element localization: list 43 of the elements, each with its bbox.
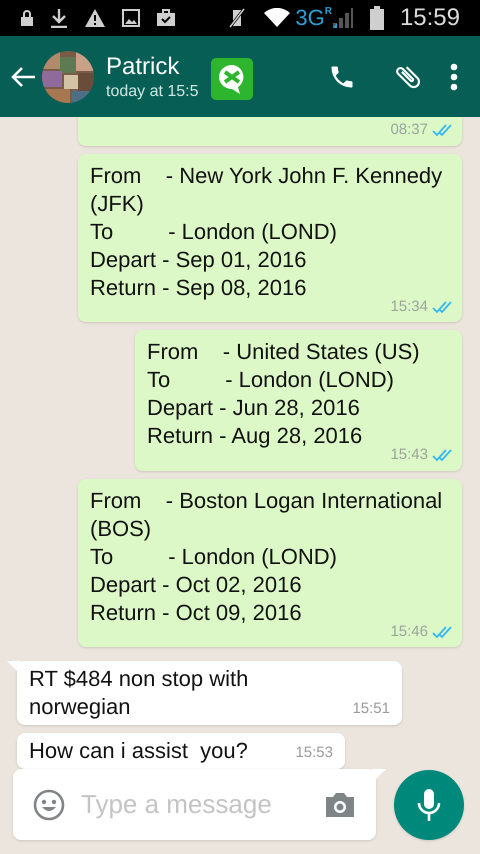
network-type: 3G [295,7,325,30]
route-line: Depart - Jun 28, 2016 [147,394,361,422]
route-line: To - London (LOND) [90,218,338,246]
message-time: 15:51 [352,698,390,718]
last-seen: today at 15:5 [106,82,199,102]
route-line: To - London (LOND) [90,542,338,570]
route-line: Depart - Sep 01, 2016 [90,246,308,274]
route-line: Return - Oct 09, 2016 [90,598,303,626]
route-line: Return - Sep 08, 2016 [90,274,308,302]
vibrate-off-icon [227,7,248,30]
route-line: To - London (LOND) [147,366,395,394]
camera-icon[interactable] [324,790,356,818]
briefcase-check-icon [156,9,176,28]
route-line: From - United States (US) [147,338,421,366]
message-text: How can i assist you? [29,737,248,765]
microphone-icon [416,788,442,822]
voice-record-button[interactable] [394,770,464,840]
route-line: Return - Aug 28, 2016 [147,422,364,450]
message-input-field[interactable]: Type a message [13,769,376,840]
input-tail-icon [372,769,386,783]
message-time: 15:43 [390,445,428,465]
image-icon [122,9,140,28]
clock: 15:59 [400,6,460,30]
route-line: Depart - Oct 02, 2016 [90,570,303,598]
message-time: 15:46 [390,622,428,642]
message-time: 08:37 [390,120,428,140]
route-line: From - New York John F. Kennedy (JFK) [90,162,444,218]
warning-icon [84,8,106,28]
signal-icon [332,7,354,30]
roaming-indicator: R [324,7,332,18]
message-input[interactable]: Type a message [81,785,308,824]
message-time: 15:34 [390,296,428,316]
message-text: RT $484 non stop with norwegian [29,665,250,721]
wifi-icon [263,8,292,28]
contact-name: Patrick [106,52,180,82]
more-options-icon [450,62,458,91]
emoji-icon[interactable] [33,788,65,820]
lock-icon [20,10,34,26]
route-line: From - Boston Logan International (BOS) [90,486,444,542]
message-time: 15:53 [295,742,333,762]
download-icon [50,8,68,28]
back-arrow-icon [10,66,36,88]
battery-icon [370,6,384,30]
